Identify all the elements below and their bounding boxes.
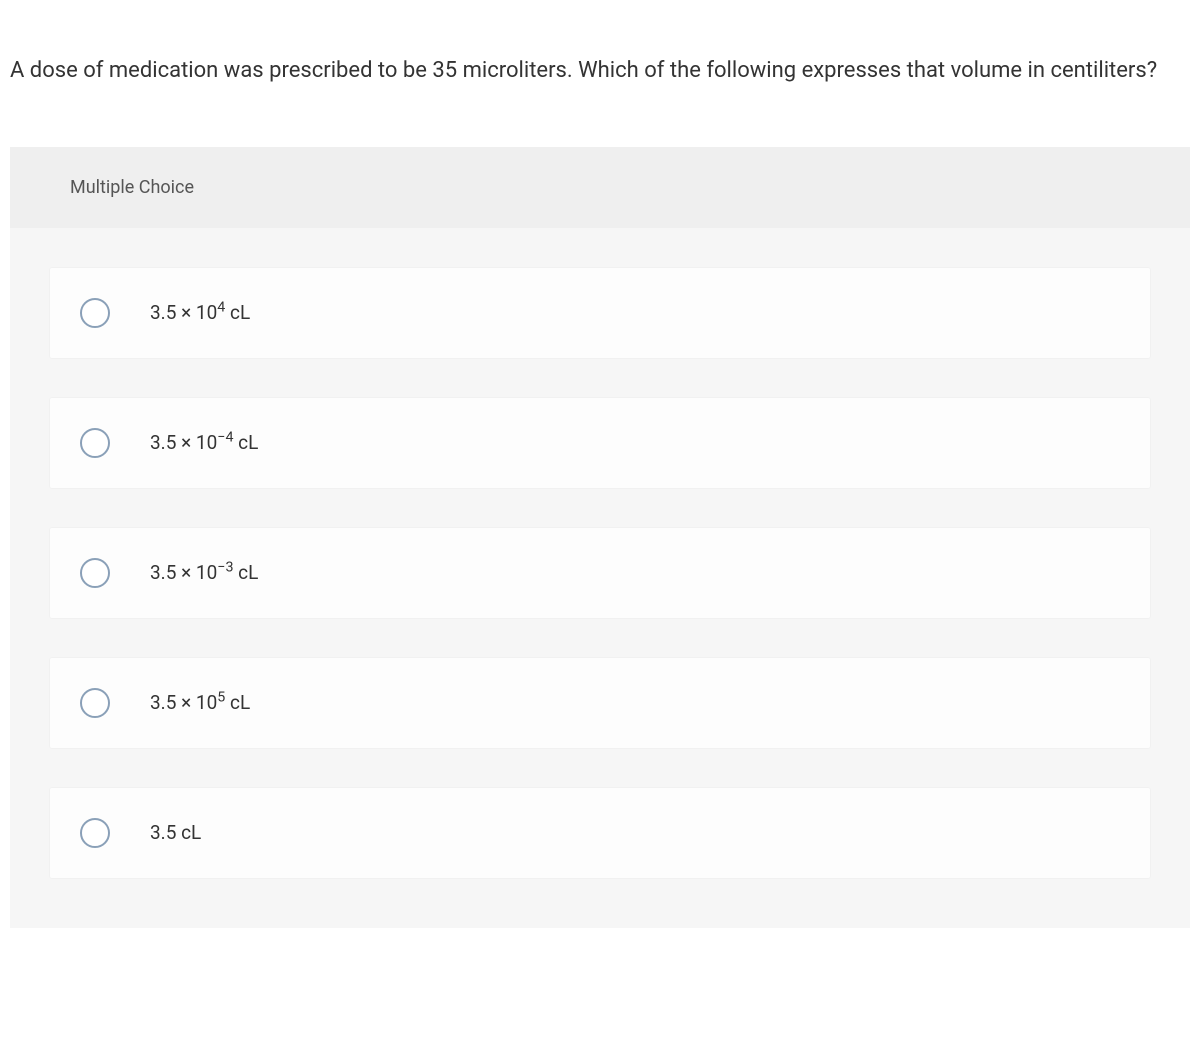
option-base: 3.5 × 10 [150, 431, 217, 454]
option-row[interactable]: 3.5 × 10−3 cL [50, 528, 1150, 618]
option-base: 3.5 cL [150, 821, 201, 844]
option-row[interactable]: 3.5 × 105 cL [50, 658, 1150, 748]
option-label: 3.5 × 10−4 cL [150, 431, 258, 454]
option-label: 3.5 × 104 cL [150, 301, 250, 324]
option-label: 3.5 × 105 cL [150, 691, 250, 714]
radio-icon[interactable] [80, 428, 110, 458]
option-row[interactable]: 3.5 × 104 cL [50, 268, 1150, 358]
radio-icon[interactable] [80, 558, 110, 588]
section-label: Multiple Choice [10, 147, 1190, 228]
option-label: 3.5 × 10−3 cL [150, 561, 258, 584]
radio-icon[interactable] [80, 818, 110, 848]
option-unit: cL [233, 561, 258, 584]
question-text: A dose of medication was prescribed to b… [0, 0, 1200, 87]
option-unit: cL [225, 691, 250, 714]
option-exponent: −3 [217, 560, 233, 576]
option-label: 3.5 cL [150, 821, 201, 844]
option-unit: cL [225, 301, 250, 324]
option-unit: cL [233, 431, 258, 454]
radio-icon[interactable] [80, 298, 110, 328]
options-list: 3.5 × 104 cL 3.5 × 10−4 cL 3.5 × 10−3 cL… [10, 228, 1190, 878]
option-base: 3.5 × 10 [150, 301, 217, 324]
option-row[interactable]: 3.5 cL [50, 788, 1150, 878]
option-base: 3.5 × 10 [150, 561, 217, 584]
radio-icon[interactable] [80, 688, 110, 718]
option-exponent: −4 [217, 430, 233, 446]
option-row[interactable]: 3.5 × 10−4 cL [50, 398, 1150, 488]
multiple-choice-container: Multiple Choice 3.5 × 104 cL 3.5 × 10−4 … [10, 147, 1190, 928]
option-base: 3.5 × 10 [150, 691, 217, 714]
